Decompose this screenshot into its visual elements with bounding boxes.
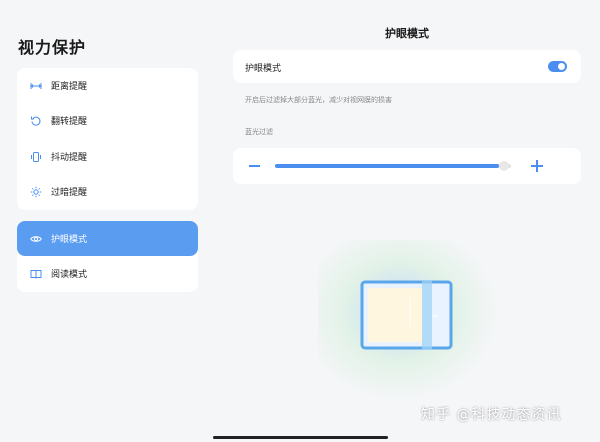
blue-light-slider-card xyxy=(233,148,581,184)
nav-item-brightness[interactable]: 过暗提醒 xyxy=(17,174,198,209)
nav-item-rotate[interactable]: 翻转提醒 xyxy=(17,103,198,138)
slider-thumb[interactable] xyxy=(499,161,509,171)
nav-item-label: 距离提醒 xyxy=(51,82,88,92)
eye-mode-label: 护眼模式 xyxy=(245,64,282,74)
nav-item-label: 过暗提醒 xyxy=(51,188,88,198)
nav-item-label: 抖动提醒 xyxy=(51,153,88,163)
detail-title: 护眼模式 xyxy=(385,27,429,40)
eye-mode-row: 护眼模式 xyxy=(233,50,581,83)
rotate-icon xyxy=(30,115,42,127)
home-indicator[interactable] xyxy=(213,436,388,439)
nav-item-shake[interactable]: 抖动提醒 xyxy=(17,139,198,174)
plus-icon[interactable] xyxy=(531,160,543,172)
slider-fill xyxy=(275,164,499,168)
nav-item-reading-mode[interactable]: 阅读模式 xyxy=(17,256,198,291)
nav-item-label: 阅读模式 xyxy=(51,270,88,280)
nav-item-distance[interactable]: 距离提醒 xyxy=(17,68,198,103)
distance-icon xyxy=(30,80,42,92)
toggle-knob xyxy=(558,63,565,70)
watermark: 知乎 @科技动态资讯 xyxy=(421,407,562,423)
eye-mode-description: 开启后过滤掉大部分蓝光，减少对视网膜的损害 xyxy=(245,96,392,104)
page-title: 视力保护 xyxy=(18,38,87,57)
eye-mode-toggle[interactable] xyxy=(548,61,567,72)
minus-icon[interactable] xyxy=(249,165,260,167)
mode-card: 护眼模式 阅读模式 xyxy=(17,221,198,292)
tablet-illustration xyxy=(360,278,453,352)
eye-icon xyxy=(30,233,42,245)
reminder-card: 距离提醒 翻转提醒 抖动提醒 过暗提醒 xyxy=(17,68,198,210)
blue-light-filter-label: 蓝光过滤 xyxy=(245,128,273,136)
shake-icon xyxy=(30,151,42,163)
nav-item-label: 翻转提醒 xyxy=(51,117,88,127)
nav-item-label: 护眼模式 xyxy=(51,235,88,245)
nav-item-eye-mode[interactable]: 护眼模式 xyxy=(17,221,198,256)
brightness-icon xyxy=(30,186,42,198)
blue-light-slider[interactable] xyxy=(275,161,511,171)
book-icon xyxy=(30,268,42,280)
